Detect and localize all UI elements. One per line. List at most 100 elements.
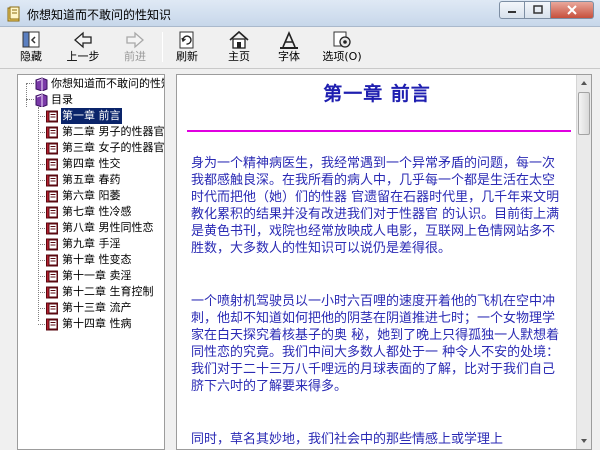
book-open-icon — [46, 110, 58, 123]
tree-item-label: 第八章 男性同性恋 — [62, 221, 154, 234]
chapter-title: 第一章 前言 — [323, 83, 431, 105]
tree-item[interactable]: 第六章 阳萎 — [18, 188, 164, 204]
tree-item[interactable]: 第九章 手淫 — [18, 236, 164, 252]
arrow-left-icon — [74, 31, 92, 49]
home-label: 主页 — [228, 50, 250, 63]
forward-label: 前进 — [124, 50, 146, 63]
home-icon — [229, 30, 249, 49]
paragraph: 身为一个精神病医生，我经常遇到一个异常矛盾的问题，每一次我都感触良深。在我所看的… — [191, 156, 560, 256]
book-open-icon — [46, 174, 58, 187]
book-open-icon — [46, 318, 58, 331]
close-button[interactable] — [551, 1, 594, 19]
minimize-icon — [508, 11, 516, 13]
tree-item-label: 第十三章 流产 — [62, 301, 132, 314]
tree-guide-line — [38, 276, 45, 277]
tree-item[interactable]: 第一章 前言 — [18, 108, 164, 124]
tree-item[interactable]: 你想知道而不敢问的性知识 — [18, 76, 164, 92]
options-icon — [333, 31, 351, 48]
hide-pane-icon — [22, 31, 40, 48]
font-button[interactable]: 字体 — [274, 28, 304, 66]
tree-item[interactable]: 第八章 男性同性恋 — [18, 220, 164, 236]
tree-item-label: 第九章 手淫 — [62, 237, 121, 250]
vertical-scrollbar[interactable] — [576, 75, 591, 449]
tree-item[interactable]: 目录 — [18, 92, 164, 108]
tree-item[interactable]: 第十章 性变态 — [18, 252, 164, 268]
book-open-icon — [46, 286, 58, 299]
tree-item-label: 第四章 性交 — [62, 157, 121, 170]
refresh-label: 刷新 — [176, 50, 198, 63]
tree-item-label: 第十四章 性病 — [62, 317, 132, 330]
tree-item[interactable]: 第十三章 流产 — [18, 300, 164, 316]
tree-guide-line — [38, 228, 45, 229]
book-open-icon — [46, 158, 58, 171]
refresh-icon — [179, 31, 194, 49]
tree-guide-line — [38, 244, 45, 245]
tree-item-label: 目录 — [51, 93, 73, 106]
tree-guide-line — [38, 164, 45, 165]
book-open-icon — [46, 222, 58, 235]
tree-guide-line — [38, 308, 45, 309]
tree-item-label: 你想知道而不敢问的性知识 — [51, 77, 164, 90]
book-open-icon — [46, 142, 58, 155]
tree-item-label: 第十一章 卖淫 — [62, 269, 132, 282]
title-bar: 你想知道而不敢问的性知识 — [0, 0, 600, 27]
book-purple-icon — [35, 93, 48, 107]
tree-item[interactable]: 第二章 男子的性器官 — [18, 124, 165, 140]
tree-guide-line — [38, 324, 45, 325]
tree-item-label: 第五章 春药 — [62, 173, 121, 186]
tree-item-label: 第七章 性冷感 — [62, 205, 132, 218]
arrow-right-icon — [126, 31, 144, 49]
toolbar: 隐藏 上一步 前进 刷新 主页 字体 选项(O) — [0, 27, 600, 69]
font-label: 字体 — [278, 50, 300, 63]
tree-guide-line — [38, 132, 45, 133]
tree-item[interactable]: 第十二章 生育控制 — [18, 284, 164, 300]
font-icon — [280, 30, 298, 49]
book-open-icon — [46, 238, 58, 251]
title-divider — [187, 130, 571, 132]
tree-guide-line — [38, 180, 45, 181]
tree-guide-line — [38, 260, 45, 261]
tree-item[interactable]: 第七章 性冷感 — [18, 204, 164, 220]
tree-item[interactable]: 第四章 性交 — [18, 156, 164, 172]
toolbar-separator — [162, 32, 163, 62]
tree-item-label: 第十二章 生育控制 — [62, 285, 154, 298]
tree-item-label: 第一章 前言 — [61, 108, 122, 124]
back-button[interactable]: 上一步 — [64, 28, 102, 66]
maximize-button[interactable] — [525, 1, 551, 19]
tree-item[interactable]: 第十一章 卖淫 — [18, 268, 164, 284]
options-label: 选项(O) — [322, 50, 362, 63]
tree-item-label: 第二章 男子的性器官 — [62, 125, 165, 138]
book-open-icon — [46, 302, 58, 315]
home-button[interactable]: 主页 — [224, 28, 254, 66]
book-purple-icon — [35, 77, 48, 91]
tree-guide-line — [38, 212, 45, 213]
contents-tree[interactable]: 你想知道而不敢问的性知识目录第一章 前言第二章 男子的性器官第三章 女子的性器官… — [17, 74, 165, 450]
book-open-icon — [46, 190, 58, 203]
book-open-icon — [46, 254, 58, 267]
tree-item[interactable]: 第五章 春药 — [18, 172, 164, 188]
tree-guide-line — [38, 196, 45, 197]
book-open-icon — [46, 270, 58, 283]
minimize-button[interactable] — [499, 1, 525, 19]
paragraph: 一个喷射机驾驶员以一小时六百哩的速度开着他的飞机在空中冲刺，他却不知道如何把他的… — [191, 294, 560, 394]
hide-button[interactable]: 隐藏 — [14, 28, 48, 66]
window-title: 你想知道而不敢问的性知识 — [27, 8, 172, 22]
options-button[interactable]: 选项(O) — [320, 28, 364, 66]
close-icon — [567, 5, 577, 15]
forward-button[interactable]: 前进 — [120, 28, 150, 66]
back-label: 上一步 — [66, 50, 100, 63]
tree-item-label: 第十章 性变态 — [62, 253, 132, 266]
app-book-icon — [7, 6, 20, 22]
tree-guide-line — [38, 148, 45, 149]
tree-item[interactable]: 第十四章 性病 — [18, 316, 164, 332]
book-open-icon — [46, 206, 58, 219]
scroll-up-arrow-icon[interactable] — [577, 76, 591, 91]
tree-item-label: 第三章 女子的性器官 — [62, 141, 165, 154]
scrollbar-thumb[interactable] — [578, 92, 590, 135]
book-open-icon — [46, 126, 58, 139]
tree-guide-line — [38, 116, 45, 117]
tree-item[interactable]: 第三章 女子的性器官 — [18, 140, 165, 156]
scroll-down-arrow-icon[interactable] — [577, 433, 591, 448]
tree-guide-line — [38, 292, 45, 293]
refresh-button[interactable]: 刷新 — [172, 28, 202, 66]
